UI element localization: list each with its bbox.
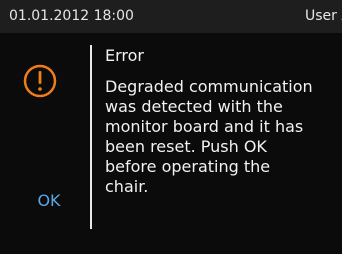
status-datetime: 01.01.2012 18:00 xyxy=(9,8,134,24)
ok-button[interactable]: OK xyxy=(31,187,67,215)
dialog-message: Degraded communication was detected with… xyxy=(105,77,313,196)
status-bar: 01.01.2012 18:00 User A xyxy=(0,0,342,33)
status-user: User A xyxy=(305,8,342,24)
dialog-divider xyxy=(90,45,92,229)
error-dialog: OK Error Degraded communication was dete… xyxy=(0,33,342,254)
warning-icon xyxy=(23,64,57,98)
dialog-title: Error xyxy=(105,46,144,65)
